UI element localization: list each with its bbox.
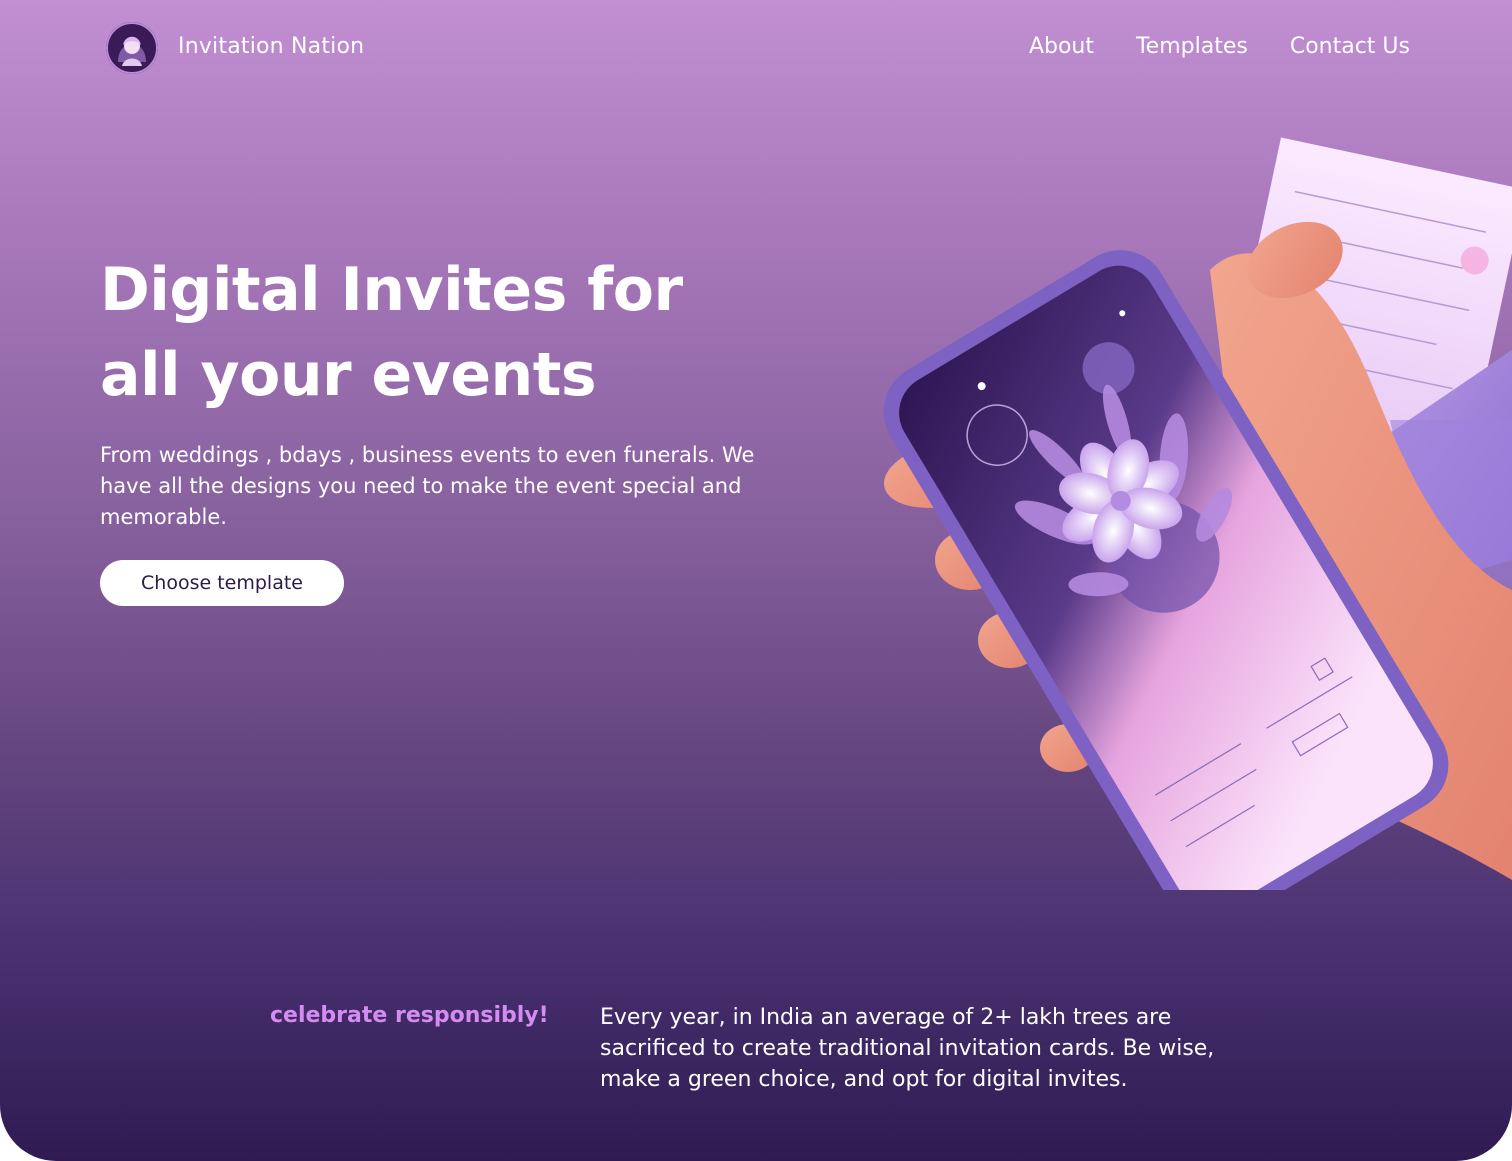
hero-description: From weddings , bdays , business events … (100, 443, 755, 529)
eco-text: Every year, in India an average of 2+ la… (600, 1005, 1215, 1092)
eco-heading: celebrate responsibly! (270, 1003, 549, 1028)
brand-name[interactable]: Invitation Nation (178, 34, 364, 59)
top-navigation: Invitation Nation About Templates Contac… (0, 0, 1512, 98)
nav-links: About Templates Contact Us (1029, 34, 1410, 59)
landing-page: Invitation Nation About Templates Contac… (0, 0, 1512, 1161)
choose-template-button[interactable]: Choose template (100, 560, 344, 606)
hero-title: Digital Invites for all your events (100, 255, 683, 410)
avatar-logo-icon[interactable] (106, 22, 158, 74)
nav-link-about[interactable]: About (1029, 34, 1094, 59)
nav-link-contact-us[interactable]: Contact Us (1290, 34, 1410, 59)
hand-holding-phone-invitation-illustration (850, 120, 1512, 926)
nav-link-templates[interactable]: Templates (1136, 34, 1248, 59)
